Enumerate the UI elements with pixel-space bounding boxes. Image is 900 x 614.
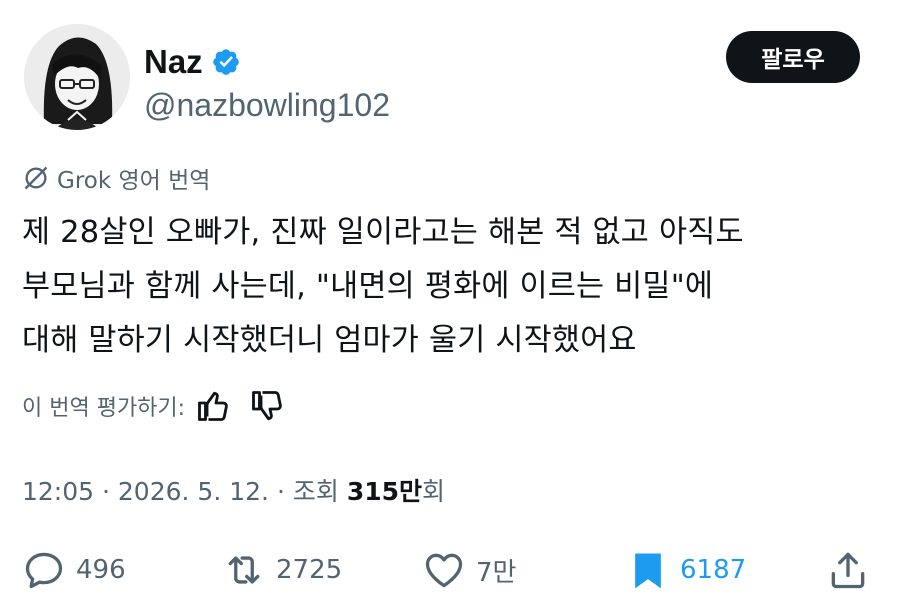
share-button[interactable]	[826, 535, 880, 605]
views-label: 조회	[292, 477, 339, 506]
thumbs-down-icon[interactable]	[249, 388, 285, 424]
reply-button[interactable]: 496	[22, 535, 126, 605]
rating-label: 이 번역 평가하기:	[22, 396, 186, 421]
bookmark-count: 6187	[680, 555, 747, 585]
heart-icon	[425, 553, 463, 588]
tweet-line: 대해 말하기 시작했더니 엄마가 울기 시작했어요	[22, 323, 637, 358]
reply-count: 496	[76, 555, 126, 585]
tweet-text: 제 28살인 오빠가, 진짜 일이라고는 해본 적 없고 아직도 부모님과 함께…	[22, 206, 882, 368]
share-icon	[831, 552, 865, 589]
thumbs-up-icon[interactable]	[195, 388, 231, 424]
translation-rating: 이 번역 평가하기:	[22, 388, 285, 424]
grok-translation-label: Grok 영어 번역	[22, 161, 210, 195]
tweet-date[interactable]: 2026. 5. 12.	[118, 477, 269, 506]
tweet-time[interactable]: 12:05	[22, 477, 94, 506]
separator: ·	[102, 477, 110, 506]
retweet-icon	[228, 556, 260, 584]
bookmark-button[interactable]: 6187	[626, 535, 746, 605]
reply-icon	[25, 552, 63, 589]
grok-icon	[24, 166, 48, 190]
follow-button[interactable]: 팔로우	[726, 31, 860, 83]
action-bar: 496 2725 7만 6187	[0, 535, 900, 605]
like-count: 7만	[476, 557, 517, 588]
tweet-line: 부모님과 함께 사는데, "내면의 평화에 이르는 비밀"에	[22, 269, 714, 304]
like-button[interactable]: 7만	[422, 535, 516, 605]
tweet-header: Naz @nazbowling102 팔로우	[24, 24, 876, 134]
tweet-line: 제 28살인 오빠가, 진짜 일이라고는 해본 적 없고 아직도	[22, 215, 744, 250]
avatar[interactable]	[24, 24, 130, 130]
display-name[interactable]: Naz	[144, 42, 203, 82]
bookmark-icon	[635, 553, 661, 589]
avatar-image	[24, 24, 130, 130]
tweet-meta: 12:05 · 2026. 5. 12. · 조회 315만회	[22, 472, 445, 508]
translation-label: Grok 영어 번역	[57, 168, 211, 194]
retweet-count: 2725	[276, 555, 343, 585]
verified-badge-icon	[212, 49, 239, 75]
retweet-button[interactable]: 2725	[222, 535, 342, 605]
views-count: 315만	[346, 477, 423, 506]
views-suffix: 회	[422, 477, 446, 506]
name-row: Naz	[144, 42, 241, 82]
separator: ·	[276, 477, 285, 506]
user-handle[interactable]: @nazbowling102	[144, 86, 390, 124]
